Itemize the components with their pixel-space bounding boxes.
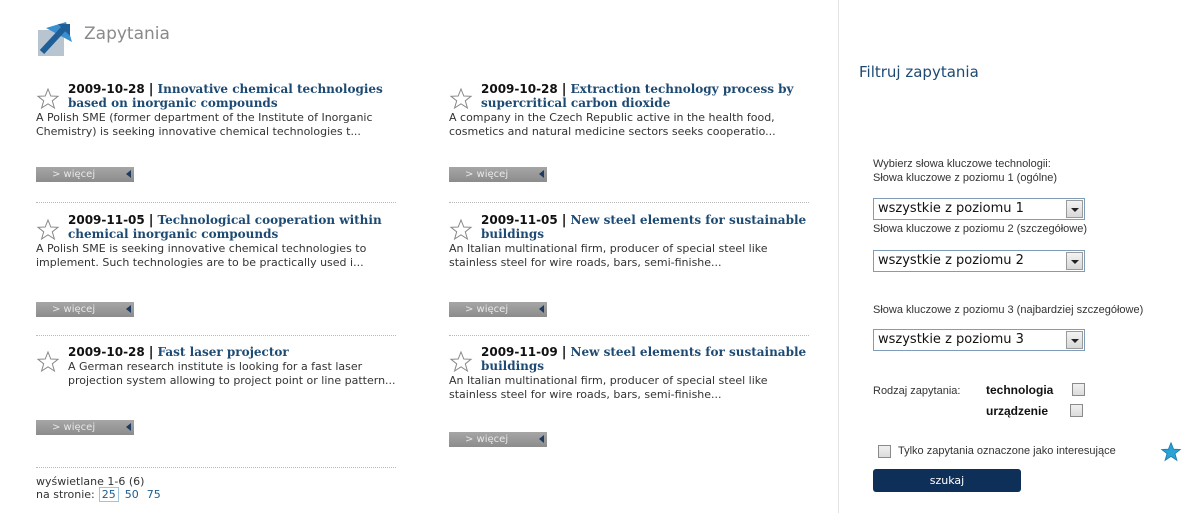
request-item-header: 2009-10-28 | Fast laser projector: [36, 345, 396, 373]
level1-selected-value: wszystkie z poziomu 1: [878, 201, 1024, 216]
star-outline-icon[interactable]: [449, 218, 473, 242]
type-device-checkbox[interactable]: [1070, 404, 1083, 417]
request-date: 2009-10-28: [68, 82, 145, 96]
request-item-header: 2009-11-05 | Technological cooperation wit…: [36, 213, 396, 241]
request-item: 2009-11-05 | Technological cooperation wit…: [36, 213, 396, 270]
separator: |: [561, 82, 567, 97]
keywords-intro-label: Wybierz słowa kluczowe technologii:: [873, 158, 1051, 170]
more-button[interactable]: > więcej: [449, 432, 547, 447]
divider: [449, 202, 809, 203]
request-item: 2009-10-28 | Extraction technology process…: [449, 82, 809, 139]
star-outline-icon[interactable]: [449, 87, 473, 111]
request-item: 2009-10-28 | Fast laser projector A German…: [36, 345, 396, 388]
separator: |: [148, 82, 154, 97]
star-outline-icon[interactable]: [36, 87, 60, 111]
per-page-label: na stronie:: [36, 488, 95, 501]
request-date: 2009-10-28: [68, 345, 145, 359]
request-item-header: 2009-10-28 | Innovative chemical technolog…: [36, 82, 396, 110]
type-technology-label: technologia: [986, 383, 1054, 397]
separator: |: [561, 213, 567, 228]
chevron-down-icon[interactable]: [1066, 331, 1083, 349]
divider: [449, 335, 809, 336]
request-item-header: 2009-10-28 | Extraction technology process…: [449, 82, 809, 110]
star-outline-icon[interactable]: [36, 218, 60, 242]
separator: |: [148, 213, 154, 228]
more-button[interactable]: > więcej: [36, 302, 134, 317]
interesting-only-checkbox[interactable]: [878, 445, 891, 458]
request-item-header: 2009-11-09 | New steel elements for sustai…: [449, 345, 809, 373]
per-page-row: na stronie: 25 50 75: [36, 487, 163, 502]
request-title-link[interactable]: Fast laser projector: [158, 345, 289, 359]
request-description: An Italian multinational firm, producer …: [449, 374, 768, 401]
level2-selected-value: wszystkie z poziomu 2: [878, 253, 1024, 268]
request-date: 2009-11-05: [481, 213, 558, 227]
request-date: 2009-10-28: [481, 82, 558, 96]
level3-label: Słowa kluczowe z poziomu 3 (najbardziej …: [873, 304, 1144, 316]
level2-select[interactable]: wszystkie z poziomu 2: [873, 250, 1085, 272]
request-description: A company in the Czech Republic active i…: [449, 111, 776, 138]
request-date: 2009-11-09: [481, 345, 558, 359]
level3-select[interactable]: wszystkie z poziomu 3: [873, 329, 1085, 351]
filter-title: Filtruj zapytania: [859, 63, 979, 81]
request-item: 2009-11-05 | New steel elements for sustai…: [449, 213, 809, 270]
request-description: A Polish SME is seeking innovative chemi…: [36, 242, 367, 269]
interesting-only-label: Tylko zapytania oznaczone jako interesuj…: [898, 445, 1116, 457]
divider: [36, 467, 396, 468]
requests-logo-icon: [38, 22, 72, 56]
request-date: 2009-11-05: [68, 213, 145, 227]
level1-label: Słowa kluczowe z poziomu 1 (ogólne): [873, 172, 1058, 184]
per-page-option[interactable]: 50: [123, 488, 141, 501]
star-outline-icon[interactable]: [36, 350, 60, 374]
level3-selected-value: wszystkie z poziomu 3: [878, 332, 1024, 347]
chevron-down-icon[interactable]: [1066, 252, 1083, 270]
separator: |: [561, 345, 567, 360]
search-button[interactable]: szukaj: [873, 469, 1021, 492]
divider: [36, 335, 396, 336]
star-outline-icon[interactable]: [449, 350, 473, 374]
type-device-label: urządzenie: [986, 404, 1049, 418]
divider: [36, 202, 396, 203]
more-button[interactable]: > więcej: [36, 420, 134, 435]
separator: |: [148, 345, 154, 360]
main-content: Zapytania 2009-10-28 | Innovative chemical…: [0, 0, 838, 513]
request-item: 2009-10-28 | Innovative chemical technolog…: [36, 82, 396, 139]
more-button[interactable]: > więcej: [36, 167, 134, 182]
filter-sidebar: Filtruj zapytania Wybierz słowa kluczowe…: [838, 0, 1191, 513]
request-type-label: Rodzaj zapytania:: [873, 385, 961, 397]
request-item-header: 2009-11-05 | New steel elements for sustai…: [449, 213, 809, 241]
more-button[interactable]: > więcej: [449, 167, 547, 182]
request-item: 2009-11-09 | New steel elements for sustai…: [449, 345, 809, 402]
request-description: An Italian multinational firm, producer …: [449, 242, 768, 269]
chevron-down-icon[interactable]: [1066, 200, 1083, 218]
request-description: A Polish SME (former department of the I…: [36, 111, 373, 138]
per-page-option[interactable]: 25: [98, 487, 119, 502]
pagination: wyświetlane 1-6 (6) na stronie: 25 50 75: [36, 475, 163, 502]
level2-label: Słowa kluczowe z poziomu 2 (szczegółowe): [873, 223, 1087, 235]
type-technology-checkbox[interactable]: [1072, 383, 1085, 396]
star-filled-icon: [1160, 441, 1182, 462]
page-title: Zapytania: [84, 24, 170, 44]
per-page-option[interactable]: 75: [145, 488, 163, 501]
level1-select[interactable]: wszystkie z poziomu 1: [873, 198, 1085, 220]
more-button[interactable]: > więcej: [449, 302, 547, 317]
